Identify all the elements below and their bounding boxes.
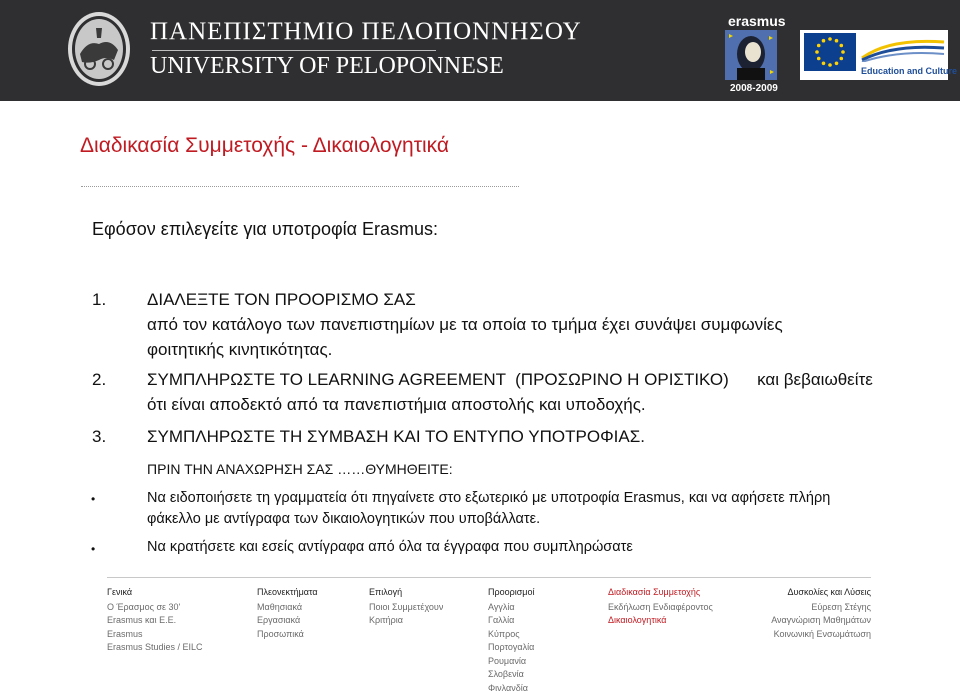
bullet-icon: • [91,492,95,506]
footer-link[interactable]: Εργασιακά [257,614,318,628]
site-header: ΠΑΝΕΠΙΣΤΗΜΙΟ ΠΕΛΟΠΟΝΝΗΣΟΥ UNIVERSITY OF … [0,0,960,101]
ec-swoosh-icon [860,36,946,62]
footer-link[interactable]: Ποιοι Συμμετέχουν [369,601,443,615]
footer-link[interactable]: Πορτογαλία [488,641,535,655]
step-number: 3. [92,427,106,447]
footer-link[interactable]: Κοινωνική Ενσωμάτωση [741,628,871,642]
bullet-icon: • [91,542,95,556]
footer-column-selection: Επιλογή Ποιοι Συμμετέχουν Κριτήρια [369,586,443,628]
footer-heading-active[interactable]: Διαδικασία Συμμετοχής [608,586,713,600]
footer-heading[interactable]: Δυσκολίες και Λύσεις [741,586,871,600]
footer-link[interactable]: Erasmus [107,628,203,642]
footer-link[interactable]: Φινλανδία [488,682,535,695]
academic-year: 2008-2009 [730,83,778,94]
footer-link[interactable]: Εύρεση Στέγης [741,601,871,615]
step-line: από τον κατάλογο των πανεπιστημίων με τα… [147,315,783,335]
footer-heading[interactable]: Προορισμοί [488,586,535,600]
footer-column-advantages: Πλεονεκτήματα Μαθησιακά Εργασιακά Προσωπ… [257,586,318,641]
footer-link[interactable]: Αγγλία [488,601,535,615]
footer-heading[interactable]: Επιλογή [369,586,443,600]
footer-link[interactable]: Εκδήλωση Ενδιαφέροντος [608,601,713,615]
erasmus-label: erasmus [728,13,786,29]
footer-heading[interactable]: Γενικά [107,586,203,600]
footer-link[interactable]: Ο Έρασμος σε 30' [107,601,203,615]
footer-column-general: Γενικά Ο Έρασμος σε 30' Erasmus και Ε.Ε.… [107,586,203,655]
footer-link[interactable]: Σλοβενία [488,668,535,682]
bullet-line: φάκελλο με αντίγραφα των δικαιολογητικών… [147,511,540,527]
step-number: 2. [92,370,106,390]
step-line: ΣΥΜΠΛΗΡΩΣΤΕ ΤΟ LEARNING AGREEMENT (ΠΡΟΣΩ… [147,370,873,390]
eu-flag-icon [804,33,856,71]
footer-link[interactable]: Προσωπικά [257,628,318,642]
step-line: φοιτητικής κινητικότητας. [147,340,332,360]
footer-link[interactable]: Ρουμανία [488,655,535,669]
footer-link[interactable]: Γαλλία [488,614,535,628]
step-line: ΣΥΜΠΛΗΡΩΣΤΕ ΤΗ ΣΥΜΒΑΣΗ ΚΑΙ ΤΟ ΕΝΤΥΠΟ ΥΠΟ… [147,427,645,447]
footer-link[interactable]: Κύπρος [488,628,535,642]
footer-link[interactable]: Αναγνώριση Μαθημάτων [741,614,871,628]
footer-link[interactable]: Μαθησιακά [257,601,318,615]
footer-column-difficulties: Δυσκολίες και Λύσεις Εύρεση Στέγης Αναγν… [741,586,871,641]
footer-column-participation: Διαδικασία Συμμετοχής Εκδήλωση Ενδιαφέρο… [608,586,713,628]
reminder-heading: ΠΡΙΝ ΤΗΝ ΑΝΑΧΩΡΗΣΗ ΣΑΣ ……ΘΥΜΗΘΕΙΤΕ: [147,461,453,477]
bullet-line: Να κρατήσετε και εσείς αντίγραφα από όλα… [147,539,633,555]
erasmus-portrait-logo [725,30,777,80]
footer-link[interactable]: Erasmus Studies / EILC [107,641,203,655]
step-line: ΔΙΑΛΕΞΤΕ ΤΟΝ ΠΡΟΟΡΙΣΜΟ ΣΑΣ [147,290,416,310]
university-name-english: UNIVERSITY OF PELOPONNESE [150,53,504,80]
step-number: 1. [92,290,106,310]
footer-link[interactable]: Erasmus και Ε.Ε. [107,614,203,628]
intro-text: Εφόσον επιλεγείτε για υποτροφία Erasmus: [92,219,438,240]
page-title: Διαδικασία Συμμετοχής - Δικαιολογητικά [80,134,449,158]
footer-link[interactable]: Κριτήρια [369,614,443,628]
header-divider [152,50,436,51]
university-name-greek: ΠΑΝΕΠΙΣΤΗΜΙΟ ΠΕΛΟΠΟΝΝΗΣΟΥ [150,18,582,46]
title-divider [81,186,519,187]
footer-link-current[interactable]: Δικαιολογητικά [608,614,713,628]
step-line: ότι είναι αποδεκτό από τα πανεπιστήμια α… [147,395,646,415]
university-seal-logo [66,10,132,88]
footer-divider [107,577,871,578]
ec-label: Education and Culture [861,66,957,76]
footer-heading[interactable]: Πλεονεκτήματα [257,586,318,600]
bullet-line: Να ειδοποιήσετε τη γραμματεία ότι πηγαίν… [147,490,830,506]
footer-column-destinations: Προορισμοί Αγγλία Γαλλία Κύπρος Πορτογαλ… [488,586,535,695]
